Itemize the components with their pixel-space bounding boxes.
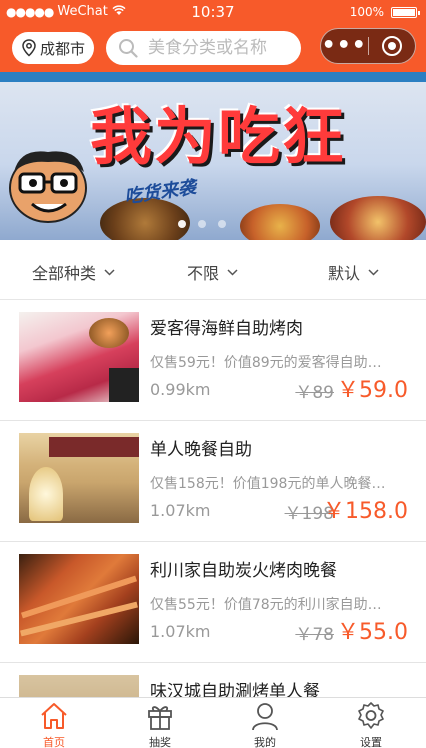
deal-list: 爱客得海鲜自助烤肉 仅售59元！价值89元的爱客得自助海鲜烤肉 0.99km ￥…: [0, 300, 426, 748]
close-circle-icon: [381, 36, 402, 56]
banner-title: 我为吃狂: [90, 100, 347, 173]
gift-icon: [148, 706, 172, 730]
battery-percentage: 100%: [349, 5, 384, 19]
city-label: 成都市: [39, 39, 85, 58]
promo-banner[interactable]: 我为吃狂 吃货来袭: [0, 72, 426, 240]
filter-label: 全部种类: [32, 264, 97, 283]
deal-name: 爱客得海鲜自助烤肉: [150, 319, 303, 339]
food-plate-decoration: [330, 196, 426, 240]
restaurant-sign: [49, 437, 139, 457]
search-icon: [119, 39, 138, 58]
gear-icon: [358, 702, 384, 729]
deal-distance: 0.99km: [150, 380, 211, 399]
home-icon: [41, 703, 67, 729]
mascot-illustration: [9, 151, 87, 223]
deal-description: 仅售55元！价值78元的利川家自助炭火烤肉: [150, 597, 386, 613]
tab-label: 首页: [43, 736, 65, 748]
chevron-down-icon: [104, 268, 115, 276]
deal-description: 仅售59元！价值89元的爱客得自助海鲜烤肉: [150, 355, 386, 371]
deal-price: ￥158.0: [323, 499, 408, 524]
garnish-decoration: [89, 318, 129, 348]
tab-label: 设置: [360, 736, 382, 748]
deal-thumbnail: [19, 312, 139, 402]
filter-label: 不限: [187, 264, 220, 283]
deal-distance: 1.07km: [150, 501, 211, 520]
logo-badge: [109, 368, 139, 402]
battery-icon: [391, 7, 420, 18]
deal-price: ￥55.0: [337, 620, 408, 645]
miniprogram-capsule: •••: [320, 28, 416, 64]
deal-name: 单人晚餐自助: [150, 440, 252, 460]
chandelier-decoration: [29, 467, 63, 521]
banner-subtitle: 吃货来袭: [123, 177, 198, 208]
filter-range-dropdown[interactable]: 不限: [187, 260, 238, 284]
deal-thumbnail: [19, 433, 139, 523]
location-pin-icon: [22, 39, 36, 57]
deal-description: 仅售158元！价值198元的单人晚餐自助: [150, 476, 386, 492]
banner-pagination: [178, 220, 226, 228]
original-price: ￥89: [295, 383, 334, 403]
search-input[interactable]: [148, 38, 298, 58]
city-selector-button[interactable]: 成都市: [12, 32, 94, 64]
filter-label: 默认: [328, 264, 361, 283]
filter-category-dropdown[interactable]: 全部种类: [32, 260, 115, 284]
user-icon: [252, 703, 278, 731]
bottom-tab-bar: 首页 抽奖 我的 设置: [0, 697, 426, 748]
deal-distance: 1.07km: [150, 622, 211, 641]
banner-dot[interactable]: [198, 220, 206, 228]
chevron-down-icon: [368, 268, 379, 276]
original-price: ￥78: [295, 625, 334, 645]
search-box[interactable]: [106, 31, 301, 65]
food-plate-decoration: [240, 204, 320, 240]
tab-label: 我的: [254, 736, 276, 748]
header-bar: 成都市 •••: [0, 24, 426, 72]
list-item[interactable]: 利川家自助炭火烤肉晚餐 仅售55元！价值78元的利川家自助炭火烤肉 1.07km…: [0, 542, 426, 663]
close-miniprogram-button[interactable]: [368, 36, 415, 56]
banner-dot[interactable]: [218, 220, 226, 228]
filter-bar: 全部种类 不限 默认: [0, 240, 426, 300]
deal-price: ￥59.0: [337, 378, 408, 403]
tab-lottery[interactable]: 抽奖: [120, 700, 200, 748]
tab-label: 抽奖: [149, 736, 171, 748]
filter-sort-dropdown[interactable]: 默认: [328, 260, 379, 284]
tab-mine[interactable]: 我的: [225, 700, 305, 748]
status-bar: ●●●●● WeChat 10:37 100%: [0, 0, 426, 24]
tab-home[interactable]: 首页: [14, 700, 94, 748]
tab-settings[interactable]: 设置: [331, 700, 411, 748]
deal-name: 利川家自助炭火烤肉晚餐: [150, 561, 337, 581]
deal-thumbnail: [19, 554, 139, 644]
list-item[interactable]: 爱客得海鲜自助烤肉 仅售59元！价值89元的爱客得自助海鲜烤肉 0.99km ￥…: [0, 300, 426, 421]
chevron-down-icon: [227, 268, 238, 276]
banner-top-stripe: [0, 72, 426, 82]
list-item[interactable]: 单人晚餐自助 仅售158元！价值198元的单人晚餐自助 1.07km ￥198 …: [0, 421, 426, 542]
more-options-button[interactable]: •••: [321, 35, 368, 57]
banner-dot[interactable]: [178, 220, 186, 228]
